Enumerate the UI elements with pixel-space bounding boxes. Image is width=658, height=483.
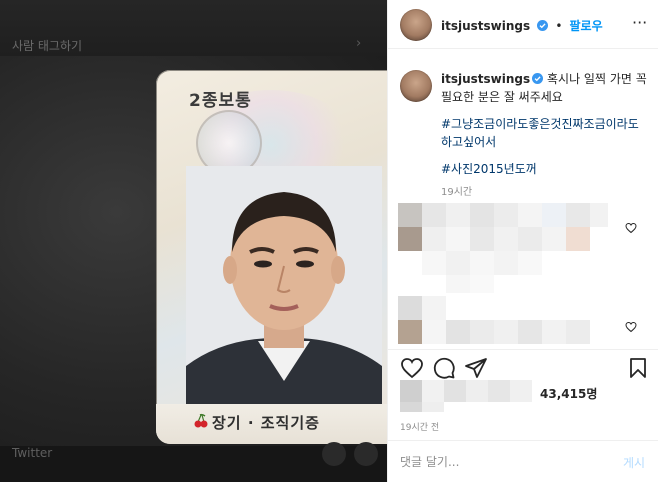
avatar[interactable] [400, 70, 432, 102]
caption-username[interactable]: itsjustswings [441, 72, 530, 86]
tag-people-label[interactable]: 사람 태그하기 [12, 37, 82, 54]
license-class-text: 2종보통 [189, 91, 252, 111]
id-photo-portrait [186, 166, 382, 406]
likes-number: 43,415 [540, 387, 587, 401]
verified-badge-icon [532, 73, 544, 84]
bookmark-icon[interactable] [626, 356, 650, 380]
paper-plane-icon[interactable] [464, 356, 488, 380]
heart-icon[interactable] [400, 356, 424, 380]
blurred-comment [398, 296, 608, 344]
comment-like-heart-icon[interactable] [625, 321, 637, 333]
post-photo[interactable]: 사람 태그하기 › 2종보통 장기 · 조직기증 Twitter [0, 0, 387, 482]
header-username[interactable]: itsjustswings [441, 19, 530, 33]
header-user-line: itsjustswings • 팔로우 [441, 15, 603, 34]
likes-unit: 명 [586, 387, 598, 401]
driver-license-card: 2종보통 장기 · 조직기증 [156, 70, 387, 444]
caption-hashtag[interactable]: #그냥조금이라도좋은것진짜조금이라도하고싶어서 [441, 115, 649, 151]
post-details-panel: itsjustswings • 팔로우 ··· itsjustswings 혹시… [387, 0, 658, 482]
action-bar [388, 349, 658, 350]
blurred-liker-names [400, 380, 536, 412]
header-separator: • [555, 19, 563, 33]
caption-hashtag[interactable]: #사진2015년도꺼 [441, 160, 649, 178]
post-header: itsjustswings • 팔로우 ··· [388, 0, 658, 49]
chevron-right-icon[interactable]: › [356, 36, 361, 51]
post-caption: itsjustswings 혹시나 일찍 가면 꼭 필요한 분은 잘 써주세요 … [441, 70, 649, 178]
add-comment-bar: 게시 [388, 440, 658, 483]
avatar[interactable] [400, 9, 432, 41]
organ-donor-text: 장기 · 조직기증 [212, 414, 320, 432]
comment-input[interactable] [400, 452, 600, 472]
photo-source-label: Twitter [12, 446, 53, 460]
likes-count[interactable]: 43,415명 [540, 385, 597, 402]
photo-control-dot[interactable] [354, 442, 378, 466]
comment-like-heart-icon[interactable] [625, 222, 637, 234]
post-comment-button[interactable]: 게시 [623, 454, 645, 471]
photo-control-dot[interactable] [322, 442, 346, 466]
cherry-icon [194, 413, 208, 428]
post-timestamp[interactable]: 19시간 전 [400, 420, 439, 433]
follow-button[interactable]: 팔로우 [570, 19, 603, 33]
blurred-comment [398, 203, 608, 293]
comment-bubble-icon[interactable] [432, 356, 456, 380]
caption-timestamp[interactable]: 19시간 [441, 183, 472, 198]
more-options-icon[interactable]: ··· [632, 13, 647, 32]
verified-badge-icon [537, 20, 549, 31]
post-modal: 사람 태그하기 › 2종보통 장기 · 조직기증 Twitter itsjust… [0, 0, 658, 482]
